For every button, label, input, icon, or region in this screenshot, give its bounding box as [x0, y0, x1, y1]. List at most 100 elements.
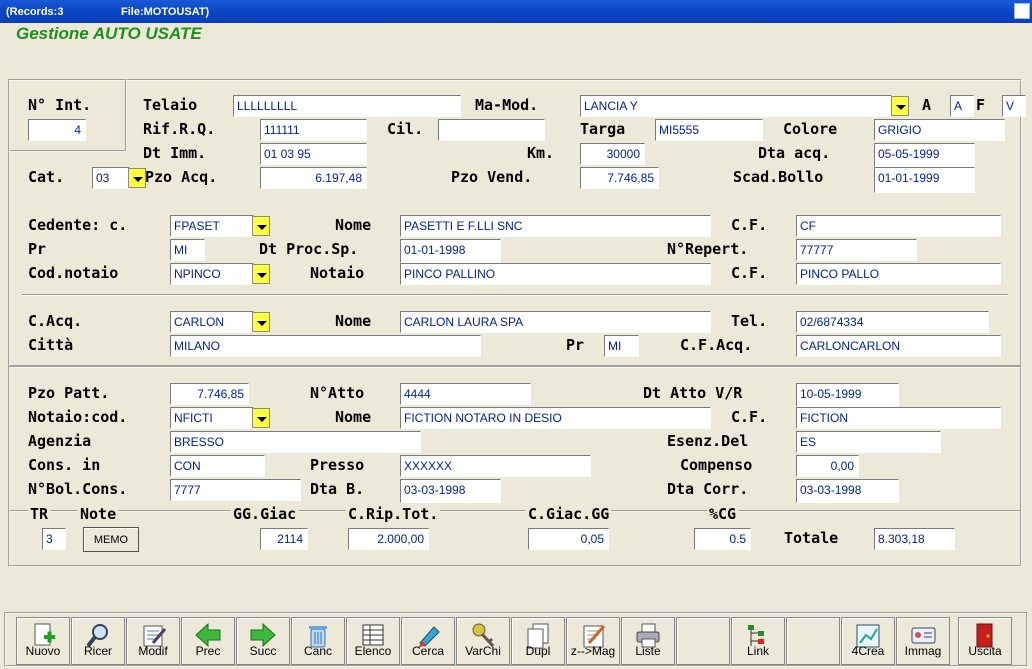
- notaio-cf-field[interactable]: PINCO PALLO: [796, 263, 1001, 285]
- memo-button[interactable]: MEMO: [83, 527, 139, 552]
- cgiac-field[interactable]: 0,05: [528, 528, 609, 550]
- toolbar-button-label: Elenco: [354, 644, 392, 658]
- deal-nome-field[interactable]: FICTION NOTARO IN DESIO: [400, 407, 711, 429]
- citta-field[interactable]: MILANO: [170, 335, 481, 357]
- pzopatt-field[interactable]: 7.746,85: [170, 383, 249, 405]
- deal-cf-field[interactable]: FICTION: [796, 407, 1001, 429]
- cat-field[interactable]: 03: [92, 167, 130, 189]
- compenso-field[interactable]: 0,00: [796, 455, 859, 477]
- buyer-nome-field[interactable]: CARLON LAURA SPA: [400, 311, 711, 333]
- notaio-field[interactable]: PINCO PALLINO: [400, 263, 711, 285]
- cedente-field[interactable]: FPASET: [170, 215, 254, 237]
- citta-label: Città: [28, 336, 74, 354]
- toolbar-button-liste[interactable]: Liste: [621, 617, 675, 665]
- codnotaio-dropdown-icon[interactable]: [252, 264, 270, 284]
- consin-field[interactable]: CON: [170, 455, 265, 477]
- toolbar-button-4crea[interactable]: 4Crea: [841, 617, 895, 665]
- buyer-pr-label: Pr: [566, 336, 585, 354]
- dtimm-field[interactable]: 01 03 95: [260, 143, 367, 165]
- tel-field[interactable]: 02/6874334: [796, 311, 989, 333]
- targa-field[interactable]: MI5555: [655, 119, 763, 141]
- toolbar-button-nuovo[interactable]: Nuovo: [16, 617, 70, 665]
- toolbar-button-cerca[interactable]: Cerca: [401, 617, 455, 665]
- deal-cf-label: C.F.: [731, 408, 768, 426]
- toolbar-button-prec[interactable]: Prec: [181, 617, 235, 665]
- nint-field[interactable]: 4: [28, 119, 86, 141]
- toolbar-button-immag[interactable]: Immag: [896, 617, 950, 665]
- seller-nome-field[interactable]: PASETTI E F.LLI SNC: [400, 215, 711, 237]
- rifrq-label: Rif.R.Q.: [143, 120, 216, 138]
- nbol-label: N°Bol.Cons.: [28, 480, 128, 498]
- pcg-field[interactable]: 0.5: [694, 528, 751, 550]
- pzovend-field[interactable]: 7.746,85: [580, 167, 659, 189]
- colore-field[interactable]: GRIGIO: [874, 119, 1005, 141]
- toolbar-button-z-mag[interactable]: z-->Mag: [566, 617, 620, 665]
- dtab-field[interactable]: 03-03-1998: [400, 479, 501, 503]
- natto-field[interactable]: 4444: [400, 383, 531, 405]
- esenz-field[interactable]: ES: [796, 431, 941, 453]
- pzovend-label: Pzo Vend.: [451, 168, 533, 186]
- seller-pr-field[interactable]: MI: [170, 239, 205, 261]
- dtacorr-field[interactable]: 03-03-1998: [796, 479, 899, 503]
- cfacq-field[interactable]: CARLONCARLON: [796, 335, 1001, 357]
- toolbar-button-label: Liste: [635, 644, 661, 658]
- a-field[interactable]: A: [950, 95, 974, 117]
- cacq-field[interactable]: CARLON: [170, 311, 254, 333]
- seller-cf-field[interactable]: CF: [796, 215, 1001, 237]
- toolbar-button-varchi[interactable]: VarChi: [456, 617, 510, 665]
- title-bar: (Records:3 File:MOTOUSAT): [0, 0, 1032, 23]
- nbol-field[interactable]: 7777: [170, 479, 301, 501]
- toolbar-button-empty-14[interactable]: [786, 617, 840, 665]
- presso-field[interactable]: XXXXXX: [400, 455, 591, 477]
- km-label: Km.: [527, 144, 555, 162]
- toolbar-button-elenco[interactable]: Elenco: [346, 617, 400, 665]
- seller-cf-label: C.F.: [731, 216, 768, 234]
- mamod-dropdown-icon[interactable]: [891, 96, 909, 116]
- nrepert-field[interactable]: 77777: [796, 239, 917, 261]
- agenzia-label: Agenzia: [28, 432, 92, 450]
- codnotaio-field[interactable]: NPINCO: [170, 263, 254, 285]
- km-field[interactable]: 30000: [580, 143, 645, 165]
- mamod-field[interactable]: LANCIA Y: [580, 95, 892, 117]
- tr-field[interactable]: 3: [42, 528, 66, 550]
- cil-field[interactable]: [438, 119, 545, 141]
- rifrq-field[interactable]: 111111: [260, 119, 367, 141]
- cacq-dropdown-icon[interactable]: [252, 312, 270, 332]
- dtproc-field[interactable]: 01-01-1998: [400, 239, 501, 263]
- toolbar-button-uscita[interactable]: Uscita: [958, 617, 1012, 665]
- gggiac-field[interactable]: 2114: [260, 528, 308, 550]
- dtacorr-label: Dta Corr.: [667, 480, 749, 498]
- presso-label: Presso: [310, 456, 365, 474]
- a-label: A: [922, 96, 932, 114]
- mamod-label: Ma-Mod.: [475, 96, 539, 114]
- notaiocod-field[interactable]: NFICTI: [170, 407, 254, 429]
- agenzia-field[interactable]: BRESSO: [170, 431, 421, 453]
- dtatto-field[interactable]: 10-05-1999: [796, 383, 899, 407]
- notaiocod-dropdown-icon[interactable]: [252, 408, 270, 428]
- telaio-field[interactable]: LLLLLLLLL: [233, 95, 461, 117]
- f-field[interactable]: V: [1002, 95, 1026, 117]
- pzoacq-field[interactable]: 6.197,48: [260, 167, 367, 189]
- toolbar-button-succ[interactable]: Succ: [236, 617, 290, 665]
- tel-label: Tel.: [731, 312, 768, 330]
- dtaacq-field[interactable]: 05-05-1999: [874, 143, 975, 167]
- toolbar-button-label: 4Crea: [851, 644, 885, 658]
- colore-label: Colore: [783, 120, 838, 138]
- scadbollo-field[interactable]: 01-01-1999: [874, 167, 975, 193]
- toolbar-button-ricer[interactable]: Ricer: [71, 617, 125, 665]
- tr-label: TR: [28, 505, 51, 523]
- toolbar-button-dupl[interactable]: Dupl: [511, 617, 565, 665]
- toolbar-button-canc[interactable]: Canc: [291, 617, 345, 665]
- window-control-button[interactable]: [1014, 3, 1030, 19]
- toolbar-button-modif[interactable]: Modif: [126, 617, 180, 665]
- cedente-dropdown-icon[interactable]: [252, 216, 270, 236]
- toolbar-button-link[interactable]: Link: [731, 617, 785, 665]
- toolbar-button-label: z-->Mag: [570, 644, 616, 658]
- f-label: F: [976, 96, 986, 114]
- compenso-label: Compenso: [680, 456, 753, 474]
- buyer-pr-field[interactable]: MI: [604, 335, 639, 357]
- toolbar-button-empty-12[interactable]: [676, 617, 730, 665]
- crip-field[interactable]: 2.000,00: [348, 528, 429, 550]
- totale-field[interactable]: 8.303,18: [874, 528, 955, 550]
- cat-dropdown-icon[interactable]: [128, 168, 146, 188]
